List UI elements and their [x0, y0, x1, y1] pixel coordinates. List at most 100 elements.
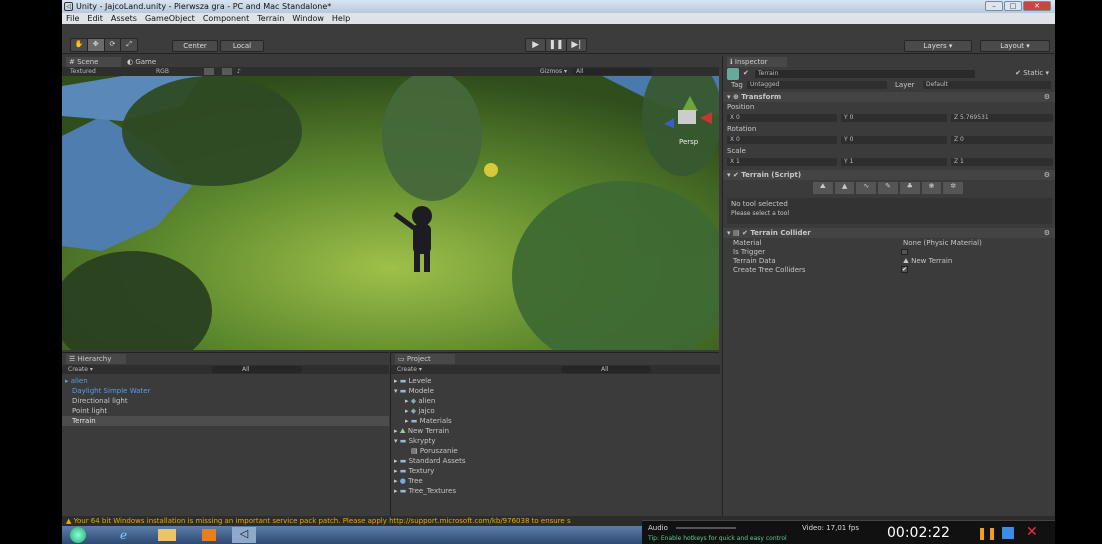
scene-view[interactable]: Persp [62, 76, 719, 350]
smooth-height-icon[interactable]: ∿ [856, 182, 877, 194]
settings-gear-icon[interactable]: ⚙ [1044, 92, 1050, 102]
terrain-data-field[interactable]: ⛰ New Terrain [893, 256, 952, 266]
paint-height-icon[interactable]: ▲ [834, 182, 855, 194]
rotation-y-field[interactable]: Y 0 [841, 136, 947, 144]
list-item[interactable]: Point light [62, 406, 389, 416]
list-item[interactable]: ▸ ● Tree [391, 476, 720, 486]
project-search-input[interactable]: All [561, 366, 651, 373]
list-item[interactable]: ▸ alien [62, 376, 389, 386]
play-icon[interactable]: ▶ [526, 39, 547, 51]
menu-file[interactable]: File [66, 13, 79, 24]
menu-assets[interactable]: Assets [111, 13, 137, 24]
close-button[interactable]: ✕ [1023, 1, 1051, 11]
terrain-script-header[interactable]: ▾ ✔ Terrain (Script) ⚙ [723, 170, 1055, 180]
tab-game[interactable]: ◐ Game [124, 57, 179, 67]
audio-toggle-icon[interactable]: ♪ [237, 67, 241, 76]
browser-icon[interactable]: ℯ [120, 528, 136, 542]
paint-texture-icon[interactable]: ✎ [878, 182, 898, 194]
scale-tool-icon[interactable]: ⤢ [121, 39, 137, 51]
create-tree-colliders-checkbox[interactable]: ✔ [901, 266, 908, 273]
render-mode-dropdown[interactable]: Textured [70, 67, 96, 76]
settings-gear-icon[interactable]: ⚙ [1044, 170, 1050, 180]
list-item[interactable]: ▸ ⛰ New Terrain [391, 426, 720, 436]
menu-component[interactable]: Component [203, 13, 249, 24]
pivot-center-button[interactable]: Center [172, 40, 218, 52]
scale-z-field[interactable]: Z 1 [951, 158, 1053, 166]
tab-scene[interactable]: # Scene [66, 57, 121, 67]
tab-project[interactable]: ▭ Project [395, 354, 455, 364]
step-icon[interactable]: ▶| [567, 39, 586, 51]
rotate-tool-icon[interactable]: ⟳ [105, 39, 122, 51]
list-item[interactable]: ▸ ▬ Tree_Textures [391, 486, 720, 496]
layers-dropdown[interactable]: Layers ▾ [904, 40, 972, 52]
menu-window[interactable]: Window [292, 13, 324, 24]
list-item-selected[interactable]: Terrain [62, 416, 389, 426]
list-item[interactable]: ▾ ▬ Modele [391, 386, 720, 396]
menu-gameobject[interactable]: GameObject [145, 13, 195, 24]
tab-inspector[interactable]: ℹ Inspector [727, 57, 787, 67]
hierarchy-create-dropdown[interactable]: Create ▾ [68, 365, 93, 374]
rotation-z-field[interactable]: Z 0 [951, 136, 1053, 144]
terrain-collider-header[interactable]: ▾ ▤ ✔ Terrain Collider ⚙ [723, 228, 1055, 238]
hand-tool-icon[interactable]: ✋ [71, 39, 88, 51]
list-item[interactable]: ▤ Poruszanie [391, 446, 720, 456]
settings-gear-icon[interactable]: ⚙ [1044, 228, 1050, 238]
tab-hierarchy[interactable]: ☰ Hierarchy [66, 354, 126, 364]
unity-task-icon[interactable]: ◁ [232, 527, 256, 543]
minimize-button[interactable]: – [985, 1, 1003, 11]
place-trees-icon[interactable]: ♣ [899, 182, 920, 194]
object-name-field[interactable]: Terrain [755, 70, 975, 78]
folder-icon: ▬ [399, 437, 407, 445]
list-item[interactable]: ▸ ▬ Standard Assets [391, 456, 720, 466]
pause-icon[interactable]: ❚❚ [546, 39, 567, 51]
raise-terrain-icon[interactable]: ⛰ [813, 182, 833, 194]
scale-x-field[interactable]: X 1 [727, 158, 837, 166]
material-value[interactable]: None (Physic Material) [893, 238, 982, 248]
position-x-field[interactable]: X 0 [727, 114, 837, 122]
media-player-icon[interactable] [202, 529, 216, 541]
transform-header[interactable]: ▾ ⊕ Transform ⚙ [723, 92, 1055, 102]
static-toggle[interactable]: ✔ Static ▾ [1015, 69, 1049, 77]
space-local-button[interactable]: Local [220, 40, 264, 52]
menu-edit[interactable]: Edit [87, 13, 103, 24]
paint-details-icon[interactable]: ❀ [921, 182, 942, 194]
layer-dropdown[interactable]: Default [923, 81, 1051, 89]
color-mode-dropdown[interactable]: RGB [156, 67, 169, 76]
list-item[interactable]: Directional light [62, 396, 389, 406]
scene-search-placeholder: All [576, 68, 584, 75]
maximize-button[interactable]: □ [1004, 1, 1022, 11]
list-item[interactable]: ▸ ▬ Textury [391, 466, 720, 476]
position-y-field[interactable]: Y 0 [841, 114, 947, 122]
layout-dropdown[interactable]: Layout ▾ [980, 40, 1050, 52]
list-item[interactable]: ▾ ▬ Skrypty [391, 436, 720, 446]
list-item[interactable]: ▸ ▬ Materials [391, 416, 720, 426]
rotation-x-field[interactable]: X 0 [727, 136, 837, 144]
menu-bar: File Edit Assets GameObject Component Te… [62, 13, 1055, 24]
tag-dropdown[interactable]: Untagged [747, 81, 887, 89]
menu-terrain[interactable]: Terrain [257, 13, 284, 24]
list-item[interactable]: ▸ ◆ alien [391, 396, 720, 406]
menu-help[interactable]: Help [332, 13, 350, 24]
hierarchy-panel: ☰ Hierarchy Create ▾ All ▸ alien Dayligh… [62, 352, 389, 518]
close-recorder-icon[interactable]: ✕ [1026, 524, 1038, 540]
object-active-checkbox[interactable]: ✔ [743, 69, 749, 77]
folder-icon[interactable] [158, 529, 176, 541]
point-light-gizmo[interactable] [484, 163, 498, 177]
terrain-settings-icon[interactable]: ✲ [943, 182, 964, 194]
list-item[interactable]: Daylight Simple Water [62, 386, 389, 396]
project-create-dropdown[interactable]: Create ▾ [397, 365, 422, 374]
list-item[interactable]: ▸ ◆ jajco [391, 406, 720, 416]
scene-search-input[interactable]: All [572, 68, 652, 75]
pause-recording-icon[interactable]: ❚❚ [977, 526, 997, 540]
position-z-field[interactable]: Z 5.769531 [951, 114, 1053, 122]
scene-lighting-toggle[interactable] [204, 68, 214, 75]
is-trigger-checkbox[interactable] [901, 249, 908, 255]
scale-y-field[interactable]: Y 1 [841, 158, 947, 166]
gizmos-dropdown[interactable]: Gizmos ▾ [540, 67, 567, 76]
stop-recording-icon[interactable] [1002, 527, 1014, 539]
scene-image-toggle[interactable] [222, 68, 232, 75]
start-button-icon[interactable] [70, 527, 86, 543]
hierarchy-search-input[interactable]: All [212, 366, 302, 373]
move-tool-icon[interactable]: ✥ [87, 39, 105, 51]
list-item[interactable]: ▸ ▬ Levele [391, 376, 720, 386]
